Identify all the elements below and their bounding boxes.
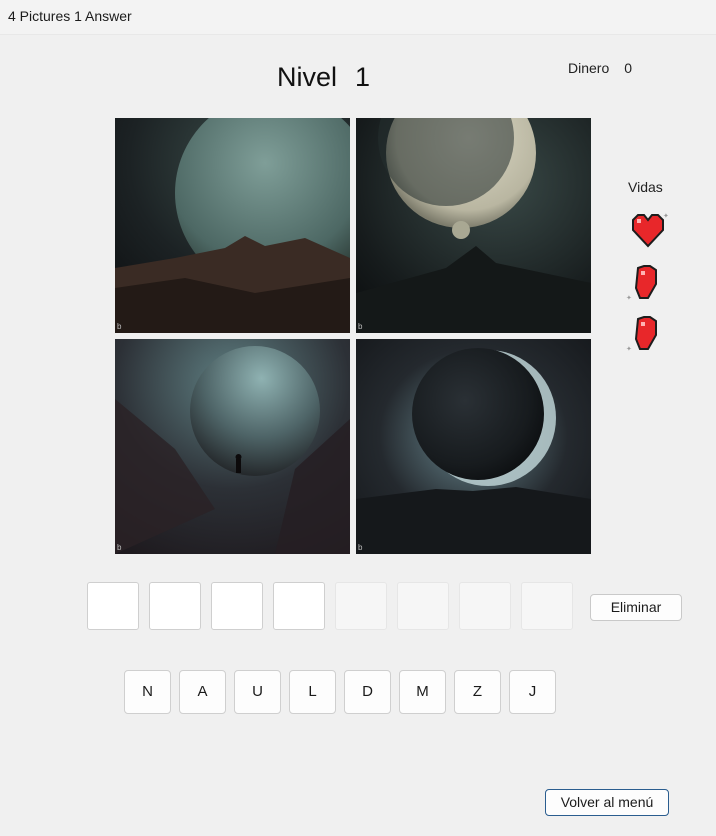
answer-slot[interactable]	[273, 582, 325, 630]
watermark: b	[358, 543, 363, 552]
letter-key[interactable]: Z	[454, 670, 501, 714]
delete-button[interactable]: Eliminar	[590, 594, 682, 621]
letter-key[interactable]: J	[509, 670, 556, 714]
level-indicator: Nivel 1	[277, 62, 370, 93]
watermark: b	[117, 322, 122, 331]
answer-slot[interactable]	[149, 582, 201, 630]
answer-slot[interactable]	[211, 582, 263, 630]
level-number: 1	[355, 62, 371, 92]
svg-text:✦: ✦	[626, 294, 632, 302]
watermark: b	[117, 543, 122, 552]
money-label: Dinero	[568, 60, 610, 76]
money-indicator: Dinero 0	[568, 60, 632, 76]
level-label: Nivel	[277, 62, 338, 92]
heart-icon: ✦	[626, 265, 657, 302]
title-bar: 4 Pictures 1 Answer	[0, 0, 716, 35]
money-value: 0	[624, 60, 633, 76]
letter-key[interactable]: N	[124, 670, 171, 714]
answer-slot	[521, 582, 573, 630]
heart-icon: ✦	[632, 212, 668, 248]
back-to-menu-button[interactable]: Volver al menú	[545, 789, 669, 816]
picture-1: b	[115, 118, 350, 333]
picture-4: b	[356, 339, 591, 554]
letter-key[interactable]: U	[234, 670, 281, 714]
letter-key[interactable]: L	[289, 670, 336, 714]
answer-slot[interactable]	[87, 582, 139, 630]
svg-text:✦: ✦	[626, 345, 632, 353]
lives-label: Vidas	[628, 179, 663, 195]
watermark: b	[358, 322, 363, 331]
heart-icon: ✦	[626, 316, 657, 353]
letter-key[interactable]: D	[344, 670, 391, 714]
window-title: 4 Pictures 1 Answer	[8, 8, 132, 24]
svg-text:✦: ✦	[663, 212, 668, 220]
picture-grid: b b b b	[115, 118, 591, 554]
letter-key[interactable]: M	[399, 670, 446, 714]
answer-slot	[397, 582, 449, 630]
picture-2: b	[356, 118, 591, 333]
answer-slot	[459, 582, 511, 630]
picture-3: b	[115, 339, 350, 554]
letter-key[interactable]: A	[179, 670, 226, 714]
answer-slot	[335, 582, 387, 630]
